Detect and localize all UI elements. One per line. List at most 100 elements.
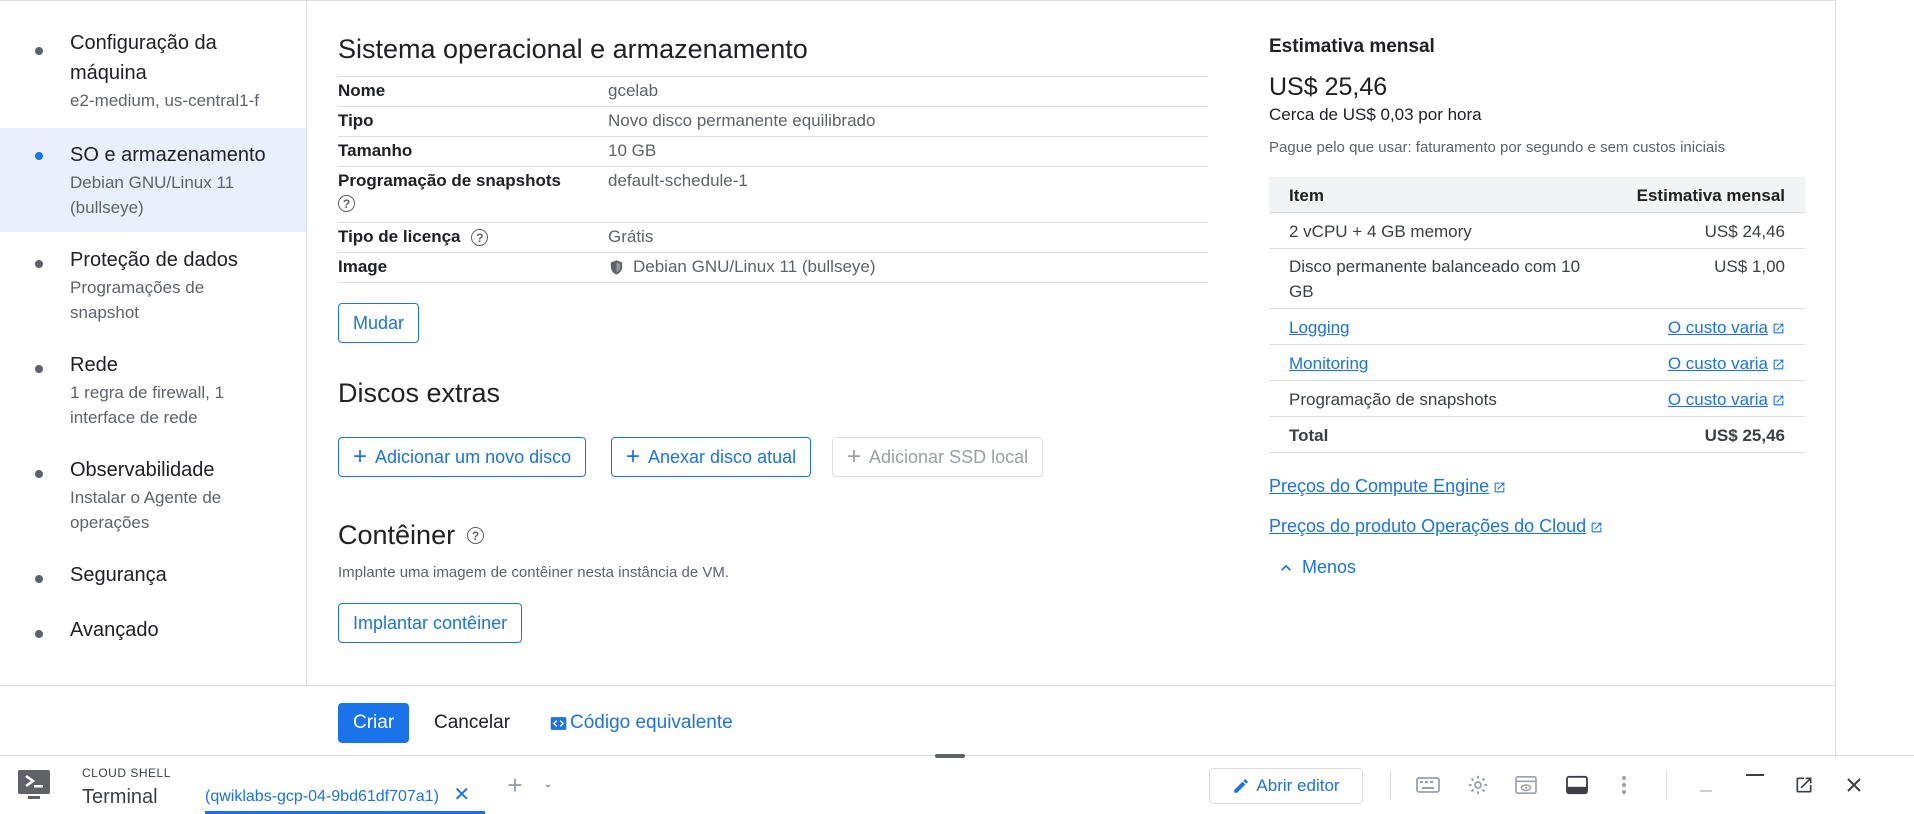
- link-label[interactable]: Preços do Compute Engine: [1269, 476, 1489, 496]
- nav-item-advanced[interactable]: Avançado: [0, 615, 306, 649]
- monitoring-link[interactable]: Monitoring: [1289, 351, 1368, 376]
- show-less-label[interactable]: Menos: [1302, 557, 1356, 578]
- button-label[interactable]: Abrir editor: [1256, 776, 1339, 796]
- change-boot-disk-button[interactable]: Mudar: [338, 303, 420, 343]
- add-local-ssd-button: + Adicionar SSD local: [832, 437, 1044, 477]
- create-instance-panel: Configuração da máquina e2-medium, us-ce…: [0, 0, 1836, 755]
- cost-varies-label[interactable]: O custo varia: [1668, 390, 1768, 409]
- gear-icon[interactable]: [1464, 772, 1492, 798]
- nav-item-subtitle: Programações de snapshot: [70, 278, 205, 322]
- deploy-container-button[interactable]: Implantar contêiner: [338, 603, 523, 643]
- detail-key: Image: [338, 257, 388, 276]
- image-name: Debian GNU/Linux 11 (bullseye): [633, 257, 876, 276]
- plus-icon: +: [353, 443, 368, 470]
- chevron-up-icon: [1281, 564, 1291, 571]
- detail-key: Tamanho: [338, 141, 413, 160]
- estimate-cost: US$ 24,46: [1704, 222, 1785, 241]
- cost-varies-link[interactable]: O custo varia: [1668, 387, 1785, 412]
- bullet-icon: [35, 152, 43, 160]
- total-label: Total: [1289, 426, 1329, 445]
- open-new-window-icon[interactable]: [1792, 772, 1816, 798]
- detail-row: Tamanho 10 GB: [338, 136, 1208, 166]
- column-header-item: Item: [1289, 186, 1324, 205]
- button-label: Adicionar SSD local: [869, 446, 1029, 467]
- help-icon[interactable]: ?: [467, 527, 485, 544]
- bullet-icon: [35, 365, 43, 373]
- nav-item-title: Rede: [70, 354, 118, 376]
- open-editor-button[interactable]: Abrir editor: [1209, 768, 1363, 804]
- estimate-price: US$ 25,46: [1269, 73, 1388, 101]
- detail-key: Tipo de licença ?: [338, 227, 489, 247]
- resize-handle[interactable]: [935, 754, 965, 758]
- link-label[interactable]: Preços do produto Operações do Cloud: [1269, 516, 1586, 536]
- nav-item-subtitle: Instalar o Agente de operações: [70, 488, 222, 532]
- nav-item-subtitle: e2-medium, us-central1-f: [70, 91, 259, 110]
- cancel-button[interactable]: Cancelar: [434, 703, 510, 743]
- bullet-icon: [35, 630, 43, 638]
- equivalent-code-button[interactable]: Código equivalente: [550, 703, 733, 743]
- cost-varies-label[interactable]: O custo varia: [1668, 354, 1768, 373]
- nav-item-title: Observabilidade: [70, 459, 215, 481]
- nav-item-data-protection[interactable]: Proteção de dados Programações de snapsh…: [0, 245, 306, 331]
- web-preview-icon[interactable]: [1512, 772, 1540, 798]
- button-label: Anexar disco atual: [648, 446, 797, 467]
- layout-toggle-icon[interactable]: [1563, 772, 1591, 798]
- detail-row: Programação de snapshots ? default-sched…: [338, 166, 1208, 222]
- add-new-disk-button[interactable]: + Adicionar um novo disco: [338, 437, 587, 477]
- close-icon[interactable]: [1842, 772, 1866, 798]
- terminal-tab[interactable]: (qwiklabs-gcp-04-9bd61df707a1) ✕: [205, 782, 470, 807]
- external-link-icon: [1773, 359, 1784, 370]
- compute-engine-pricing-link[interactable]: Preços do Compute Engine: [1269, 476, 1506, 497]
- nav-item-title: SO e armazenamento: [70, 144, 266, 166]
- help-icon[interactable]: ?: [471, 229, 489, 247]
- estimate-row: 2 vCPU + 4 GB memory US$ 24,46: [1269, 213, 1805, 249]
- detail-value: Novo disco permanente equilibrado: [608, 111, 876, 130]
- estimate-item: Programação de snapshots: [1289, 390, 1497, 409]
- new-tab-plus-icon[interactable]: +: [503, 770, 527, 800]
- cost-varies-label[interactable]: O custo varia: [1668, 318, 1768, 337]
- minimize-icon[interactable]: [1744, 766, 1766, 786]
- detail-row: Tipo de licença ? Grátis: [338, 222, 1208, 252]
- os-section-title: Sistema operacional e armazenamento: [338, 34, 808, 64]
- close-tab-icon[interactable]: ✕: [453, 784, 470, 806]
- nav-item-security[interactable]: Segurança: [0, 560, 306, 594]
- cost-varies-link[interactable]: O custo varia: [1668, 315, 1785, 340]
- external-link-icon: [1773, 395, 1784, 406]
- more-options-icon[interactable]: [1614, 772, 1634, 798]
- nav-item-subtitle: Debian GNU/Linux 11 (bullseye): [70, 173, 235, 217]
- logging-link[interactable]: Logging: [1289, 315, 1350, 340]
- total-value: US$ 25,46: [1704, 426, 1785, 445]
- extra-disks-title: Discos extras: [338, 378, 501, 408]
- terminal-tab-label[interactable]: (qwiklabs-gcp-04-9bd61df707a1): [205, 788, 439, 805]
- estimate-row: Logging O custo varia: [1269, 309, 1805, 345]
- estimate-note: Pague pelo que usar: faturamento por seg…: [1269, 139, 1726, 156]
- nav-item-observability[interactable]: Observabilidade Instalar o Agente de ope…: [0, 455, 306, 541]
- cost-varies-link[interactable]: O custo varia: [1668, 351, 1785, 376]
- code-icon: [550, 716, 567, 730]
- minimize-disabled-icon: [1695, 772, 1717, 798]
- bullet-icon: [35, 47, 43, 55]
- nav-item-os-storage[interactable]: SO e armazenamento Debian GNU/Linux 11 (…: [0, 128, 306, 232]
- attach-existing-disk-button[interactable]: + Anexar disco atual: [611, 437, 812, 477]
- estimate-title: Estimativa mensal: [1269, 36, 1435, 57]
- container-title-label: Contêiner: [338, 520, 456, 550]
- cloud-operations-pricing-link[interactable]: Preços do produto Operações do Cloud: [1269, 516, 1603, 537]
- button-label[interactable]: Código equivalente: [570, 712, 733, 734]
- detail-value: 10 GB: [608, 141, 657, 160]
- terminal-title: Terminal: [82, 786, 158, 808]
- create-button[interactable]: Criar: [338, 703, 410, 743]
- nav-item-network[interactable]: Rede 1 regra de firewall, 1 interface de…: [0, 350, 306, 436]
- detail-key-label: Programação de snapshots: [338, 171, 561, 190]
- tab-dropdown-icon[interactable]: [538, 776, 558, 796]
- bullet-icon: [35, 575, 43, 583]
- nav-item-machine-config[interactable]: Configuração da máquina e2-medium, us-ce…: [0, 28, 306, 120]
- detail-key: Tipo: [338, 111, 374, 130]
- external-link-icon: [1591, 522, 1602, 533]
- container-description: Implante uma imagem de contêiner nesta i…: [338, 564, 730, 581]
- help-icon[interactable]: ?: [338, 195, 355, 213]
- keyboard-icon[interactable]: [1414, 772, 1442, 798]
- separator: [1390, 770, 1391, 800]
- cloud-shell-icon: [18, 770, 50, 799]
- estimate-row: Programação de snapshots O custo varia: [1269, 381, 1805, 417]
- show-less-toggle[interactable]: Menos: [1276, 557, 1356, 578]
